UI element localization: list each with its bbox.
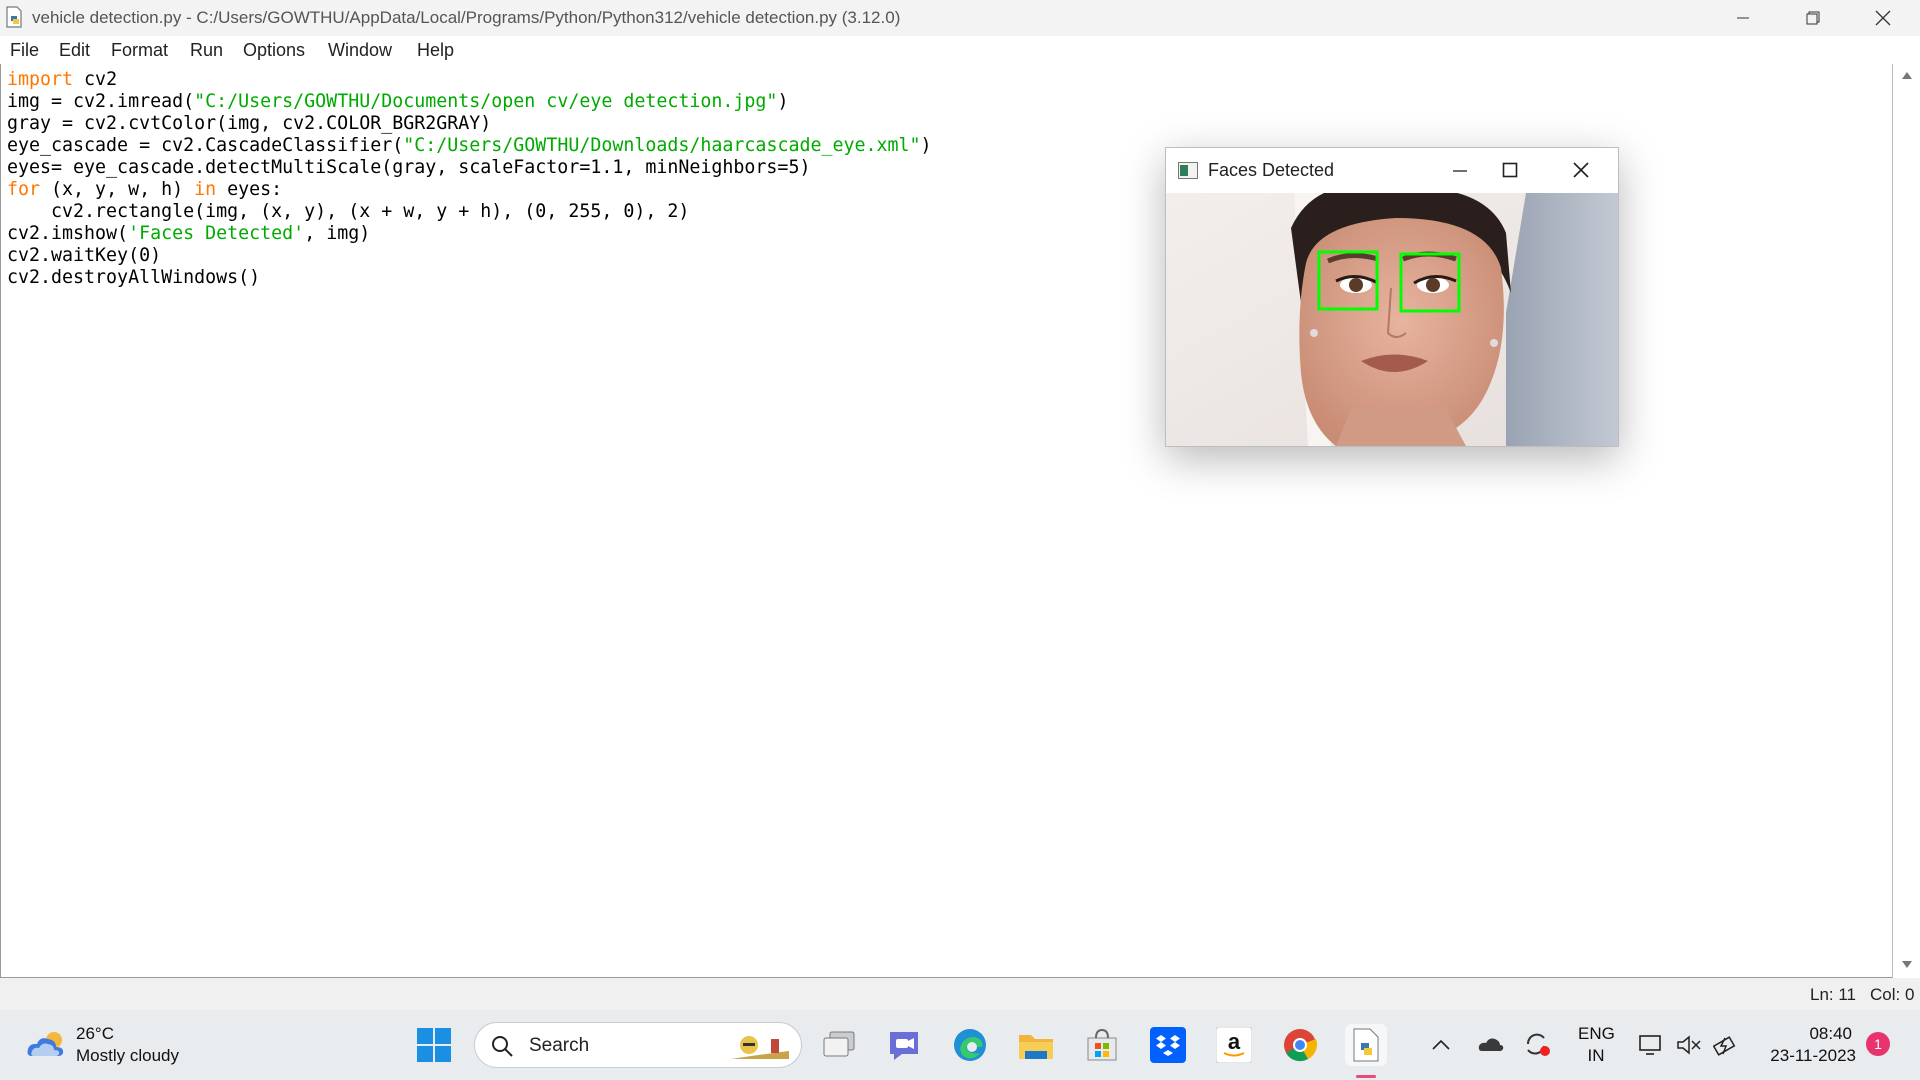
code-text-segment: , img) (304, 223, 371, 244)
detected-image (1166, 193, 1618, 446)
code-keyword: import (7, 69, 74, 90)
code-text-segment: (x, y, w, h) (40, 179, 195, 200)
menu-file[interactable]: File (10, 40, 39, 61)
language-region[interactable]: IN (1578, 1046, 1614, 1066)
chrome-icon (1284, 1029, 1318, 1062)
title-bar: vehicle detection.py - C:/Users/GOWTHU/A… (0, 0, 1920, 36)
faces-detected-window[interactable]: Faces Detected (1165, 147, 1619, 447)
notification-count: 1 (1874, 1036, 1882, 1052)
window-app-icon (1178, 162, 1198, 179)
idle-icon (1353, 1028, 1379, 1062)
window-title: vehicle detection.py - C:/Users/GOWTHU/A… (32, 8, 901, 27)
minimize-button[interactable] (1708, 0, 1778, 36)
status-line: Ln: 11 (1810, 985, 1857, 1004)
code-text-segment: img = cv2.imread( (7, 91, 195, 112)
amazon-icon: a (1216, 1027, 1252, 1063)
code-text: import cv2 img = cv2.imread("C:/Users/GO… (7, 69, 932, 289)
network-icon[interactable] (1638, 1034, 1664, 1056)
code-line: cv2.destroyAllWindows() (7, 267, 261, 288)
edge-icon (954, 1029, 986, 1061)
menu-format[interactable]: Format (111, 40, 168, 61)
search-highlight-icon (731, 1036, 789, 1059)
teams-chat-button[interactable] (883, 1024, 925, 1066)
restore-button[interactable] (1778, 0, 1848, 36)
face-photo (1166, 193, 1618, 446)
chrome-button[interactable] (1279, 1024, 1321, 1066)
code-string: 'Faces Detected' (128, 223, 305, 244)
task-view-icon (823, 1031, 855, 1057)
code-keyword: in (194, 179, 217, 200)
close-icon[interactable] (1573, 162, 1589, 178)
edge-button[interactable] (949, 1024, 991, 1066)
amazon-button[interactable]: a (1213, 1024, 1255, 1066)
code-string: "C:/Users/GOWTHU/Downloads/haarcascade_e… (403, 135, 921, 156)
search-box[interactable]: Search (474, 1022, 802, 1068)
notification-badge[interactable]: 1 (1866, 1032, 1890, 1056)
minimize-icon[interactable] (1452, 164, 1468, 178)
menu-window[interactable]: Window (328, 40, 392, 61)
menu-bar: File Edit Format Run Options Window Help (0, 36, 1920, 65)
minimize-icon (1737, 17, 1749, 19)
code-text-segment: eyes: (216, 179, 283, 200)
status-col: Col: 0 (1870, 985, 1915, 1004)
status-bar: Ln: 11 Col: 0 (0, 978, 1920, 1010)
vertical-scrollbar[interactable] (1893, 64, 1920, 978)
dropbox-button[interactable] (1147, 1024, 1189, 1066)
microsoft-store-button[interactable] (1081, 1024, 1123, 1066)
clock-time[interactable]: 08:40 (1752, 1024, 1852, 1044)
store-icon (1087, 1028, 1117, 1061)
active-app-indicator (1356, 1075, 1376, 1078)
close-icon (1875, 10, 1891, 26)
weather-widget[interactable]: 26°C Mostly cloudy (24, 1020, 204, 1070)
show-hidden-icons-icon[interactable] (1432, 1038, 1450, 1050)
windows-icon (417, 1028, 451, 1062)
search-placeholder: Search (529, 1035, 590, 1056)
code-text-segment: ) (777, 91, 789, 112)
weather-desc: Mostly cloudy (76, 1046, 179, 1065)
battery-charging-icon[interactable] (1713, 1034, 1739, 1056)
weather-temp: 26°C (76, 1024, 114, 1043)
menu-help[interactable]: Help (417, 40, 454, 61)
cv-window-titlebar[interactable]: Faces Detected (1166, 148, 1618, 193)
code-keyword: for (7, 179, 41, 200)
python-file-icon (6, 6, 22, 28)
folder-icon (1019, 1035, 1053, 1059)
search-icon (492, 1036, 513, 1057)
scroll-down-icon[interactable] (1901, 960, 1913, 970)
clock-date[interactable]: 23-11-2023 (1752, 1046, 1856, 1066)
volume-muted-icon[interactable] (1676, 1034, 1702, 1056)
cv-window-title: Faces Detected (1208, 160, 1335, 180)
dropbox-icon (1150, 1027, 1186, 1063)
file-explorer-button[interactable] (1015, 1024, 1057, 1066)
close-button[interactable] (1848, 0, 1918, 36)
code-text-segment: cv2.imshow( (7, 223, 129, 244)
task-view-button[interactable] (818, 1024, 860, 1066)
code-text-segment: cv2 (73, 69, 118, 90)
menu-edit[interactable]: Edit (59, 40, 90, 61)
code-text-segment: eye_cascade = cv2.CascadeClassifier( (7, 135, 404, 156)
chat-icon (890, 1032, 918, 1060)
code-text-segment: ) (920, 135, 932, 156)
python-idle-button[interactable] (1345, 1024, 1387, 1066)
scroll-up-icon[interactable] (1901, 70, 1913, 80)
language-indicator[interactable]: ENG (1578, 1024, 1615, 1044)
onedrive-icon[interactable] (1478, 1036, 1504, 1052)
code-line: gray = cv2.cvtColor(img, cv2.COLOR_BGR2G… (7, 113, 492, 134)
svg-text:a: a (1228, 1029, 1241, 1054)
code-string: "C:/Users/GOWTHU/Documents/open cv/eye d… (194, 91, 778, 112)
maximize-icon[interactable] (1502, 162, 1518, 178)
cloud-icon (27, 1032, 64, 1056)
start-button[interactable] (413, 1024, 455, 1066)
restore-icon (1806, 11, 1820, 25)
code-line: eyes= eye_cascade.detectMultiScale(gray,… (7, 157, 811, 178)
menu-run[interactable]: Run (190, 40, 223, 61)
sync-icon[interactable] (1524, 1032, 1552, 1058)
code-line: cv2.waitKey(0) (7, 245, 162, 266)
menu-options[interactable]: Options (243, 40, 305, 61)
code-line: cv2.rectangle(img, (x, y), (x + w, y + h… (7, 201, 690, 222)
taskbar: 26°C Mostly cloudy Search a ENG IN 08:40… (0, 1010, 1920, 1080)
